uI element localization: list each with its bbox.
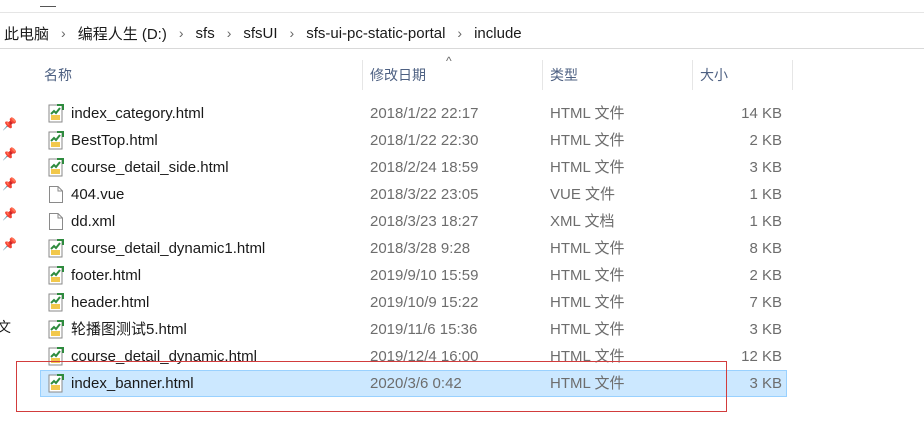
file-size: 14 KB [741, 105, 782, 122]
file-type: HTML 文件 [550, 240, 625, 257]
file-modified-date: 2019/10/9 15:22 [370, 294, 479, 311]
file-row[interactable]: dd.xml 2018/3/23 18:27 XML 文档 1 KB [40, 208, 787, 235]
pin-icon[interactable]: 📌 [2, 238, 17, 250]
file-name: dd.xml [71, 213, 116, 230]
pin-icon[interactable]: 📌 [2, 178, 17, 190]
top-strip [0, 0, 924, 13]
file-size: 2 KB [749, 132, 782, 149]
file-name: header.html [71, 294, 150, 311]
nav-item-label-partial[interactable]: 文 [0, 317, 11, 337]
pin-icon[interactable]: 📌 [2, 148, 17, 160]
file-name: 轮播图测试5.html [71, 321, 187, 338]
file-name: course_detail_side.html [71, 159, 229, 176]
file-row[interactable]: footer.html 2019/9/10 15:59 HTML 文件 2 KB [40, 262, 787, 289]
file-type: HTML 文件 [550, 105, 625, 122]
pin-icon[interactable]: 📌 [2, 118, 17, 130]
file-modified-date: 2018/3/23 18:27 [370, 213, 479, 230]
file-name: index_category.html [71, 105, 205, 122]
file-name: 404.vue [71, 186, 125, 203]
file-type: HTML 文件 [550, 267, 625, 284]
column-divider[interactable] [542, 60, 543, 90]
breadcrumb: 此电脑 › 编程人生 (D:) › sfs › sfsUI › sfs-ui-p… [0, 18, 526, 48]
breadcrumb-drive-d[interactable]: 编程人生 (D:) [74, 23, 171, 44]
html-file-icon [48, 158, 64, 177]
column-header-type[interactable]: 类型 [550, 60, 578, 90]
chevron-right-icon[interactable]: › [53, 25, 74, 41]
blank-file-icon [48, 212, 64, 231]
file-type: HTML 文件 [550, 321, 625, 338]
html-file-icon [48, 320, 64, 339]
chevron-right-icon[interactable]: › [219, 25, 240, 41]
file-row[interactable]: index_category.html 2018/1/22 22:17 HTML 文… [40, 100, 787, 127]
file-size: 8 KB [749, 240, 782, 257]
file-size: 3 KB [749, 159, 782, 176]
file-size: 3 KB [749, 321, 782, 338]
file-modified-date: 2018/2/24 18:59 [370, 159, 479, 176]
column-divider[interactable] [692, 60, 693, 90]
file-name: footer.html [71, 267, 142, 284]
html-file-icon [48, 266, 64, 285]
column-header-size[interactable]: 大小 [700, 60, 728, 90]
html-file-icon [48, 239, 64, 258]
html-file-icon [48, 293, 64, 312]
file-row[interactable]: 轮播图测试5.html 2019/11/6 15:36 HTML 文件 3 KB [40, 316, 787, 343]
file-size: 2 KB [749, 267, 782, 284]
file-modified-date: 2018/1/22 22:30 [370, 132, 479, 149]
file-type: VUE 文件 [550, 186, 616, 203]
file-type: XML 文档 [550, 213, 615, 230]
breadcrumb-this-pc[interactable]: 此电脑 [0, 23, 53, 44]
breadcrumb-portal[interactable]: sfs-ui-pc-static-portal [302, 25, 449, 42]
file-row[interactable]: course_detail_side.html 2018/2/24 18:59 HT… [40, 154, 787, 181]
breadcrumb-sfs[interactable]: sfs [192, 25, 219, 42]
column-header-name[interactable]: 名称 [44, 60, 72, 90]
file-row[interactable]: BestTop.html 2018/1/22 22:30 HTML 文件 2 KB [40, 127, 787, 154]
address-bar[interactable]: 此电脑 › 编程人生 (D:) › sfs › sfsUI › sfs-ui-p… [0, 18, 924, 49]
blank-file-icon [48, 185, 64, 204]
file-size: 3 KB [749, 375, 782, 392]
file-row[interactable]: course_detail_dynamic1.html 2018/3/28 9:2… [40, 235, 787, 262]
column-divider[interactable] [362, 60, 363, 90]
column-header-row: 名称 修改日期 ^ 类型 大小 [28, 54, 798, 90]
file-modified-date: 2019/11/6 15:36 [370, 321, 478, 338]
file-size: 1 KB [749, 213, 782, 230]
file-size: 12 KB [741, 348, 782, 365]
chevron-right-icon[interactable]: › [282, 25, 303, 41]
annotation-highlight-box [16, 361, 727, 412]
file-type: HTML 文件 [550, 159, 625, 176]
column-divider[interactable] [792, 60, 793, 90]
file-type: HTML 文件 [550, 132, 625, 149]
chevron-right-icon[interactable]: › [449, 25, 470, 41]
chevron-right-icon[interactable]: › [171, 25, 192, 41]
column-header-date[interactable]: 修改日期 [370, 60, 426, 90]
pin-icon[interactable]: 📌 [2, 208, 17, 220]
file-modified-date: 2018/3/28 9:28 [370, 240, 471, 257]
file-size: 1 KB [749, 186, 782, 203]
top-strip-mark [40, 6, 56, 7]
breadcrumb-sfsui[interactable]: sfsUI [239, 25, 281, 42]
file-row[interactable]: 404.vue 2018/3/22 23:05 VUE 文件 1 KB [40, 181, 787, 208]
sort-ascending-icon: ^ [446, 54, 452, 68]
file-modified-date: 2019/9/10 15:59 [370, 267, 479, 284]
file-size: 7 KB [749, 294, 782, 311]
breadcrumb-include[interactable]: include [470, 25, 526, 42]
file-modified-date: 2018/3/22 23:05 [370, 186, 479, 203]
html-file-icon [48, 131, 64, 150]
file-row[interactable]: header.html 2019/10/9 15:22 HTML 文件 7 KB [40, 289, 787, 316]
file-type: HTML 文件 [550, 294, 625, 311]
html-file-icon [48, 104, 64, 123]
file-name: BestTop.html [71, 132, 158, 149]
file-name: course_detail_dynamic1.html [71, 240, 266, 257]
file-modified-date: 2018/1/22 22:17 [370, 105, 479, 122]
